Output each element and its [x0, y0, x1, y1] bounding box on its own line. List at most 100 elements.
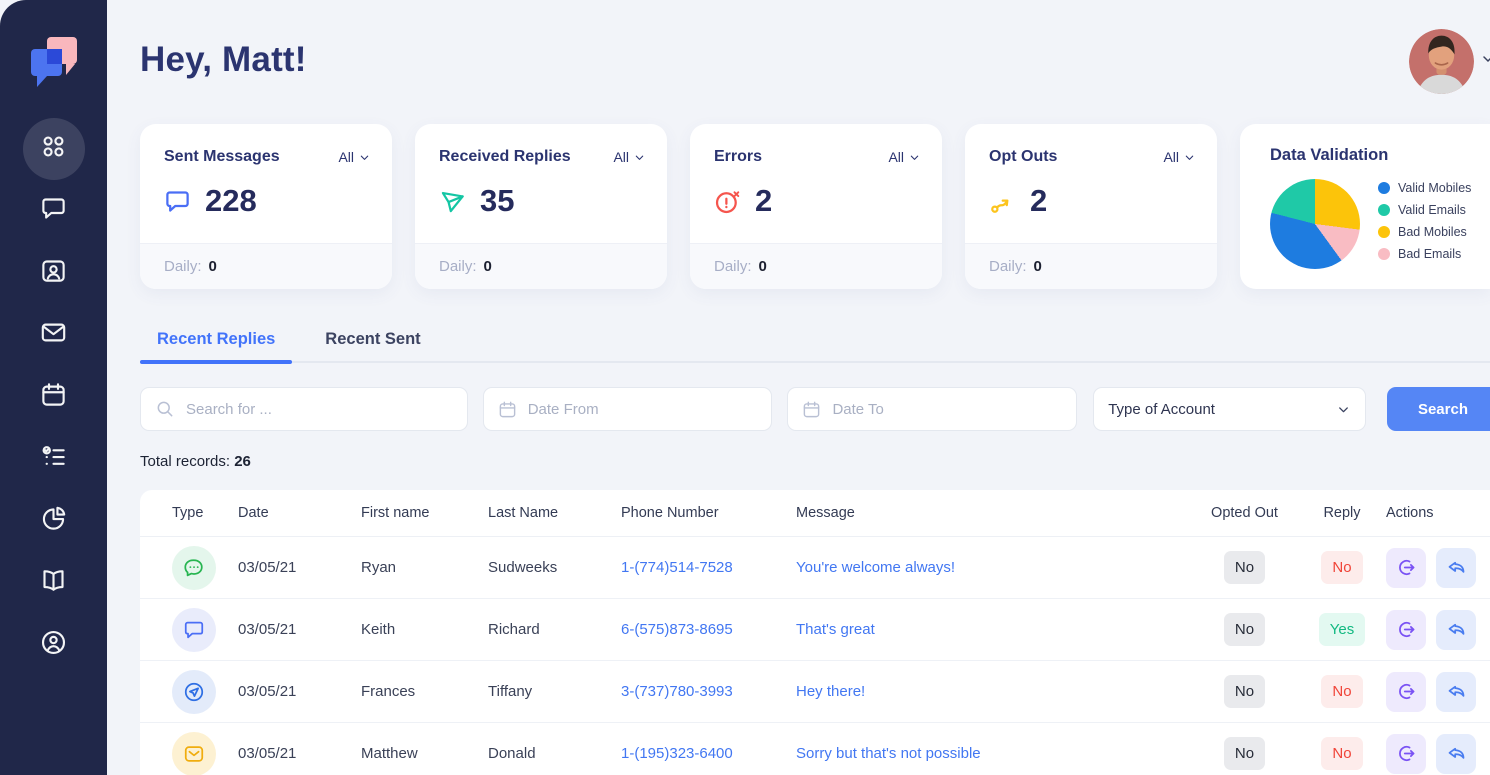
- card-title: Sent Messages: [164, 148, 280, 166]
- sidebar-item-library[interactable]: [23, 552, 85, 614]
- table-row: 03/05/21 Matthew Donald 1-(195)323-6400 …: [140, 723, 1490, 775]
- user-menu[interactable]: [1409, 29, 1482, 94]
- legend-item: Valid Emails: [1378, 203, 1471, 217]
- row-actions: [1386, 672, 1490, 712]
- stat-card-sent-messages: Sent Messages All 228 Daily: 0: [140, 124, 392, 289]
- date-to-input[interactable]: [832, 401, 1062, 418]
- reply-action-button[interactable]: [1436, 610, 1476, 650]
- sidebar-item-calendar[interactable]: [23, 366, 85, 428]
- opt-out-action-button[interactable]: [1386, 734, 1426, 774]
- stat-card-received-replies: Received Replies All 35 Daily: 0: [415, 124, 667, 289]
- chevron-down-icon: [359, 152, 370, 163]
- legend-label: Valid Mobiles: [1398, 181, 1471, 195]
- phone-link[interactable]: 1-(774)514-7528: [621, 559, 796, 576]
- search-input[interactable]: [186, 401, 453, 418]
- reply-badge: Yes: [1319, 613, 1365, 646]
- sidebar-item-tasks[interactable]: [23, 428, 85, 490]
- stat-cards: Sent Messages All 228 Daily: 0: [140, 124, 1490, 289]
- sidebar-item-messages[interactable]: [23, 180, 85, 242]
- sidebar-nav: [23, 118, 85, 676]
- tab-recent-replies[interactable]: Recent Replies: [157, 330, 275, 349]
- legend-item: Bad Emails: [1378, 247, 1471, 261]
- reply-badge: No: [1321, 551, 1362, 584]
- legend-label: Bad Mobiles: [1398, 225, 1467, 239]
- filter-dropdown[interactable]: All: [888, 149, 920, 165]
- filter-dropdown[interactable]: All: [613, 149, 645, 165]
- send-circle-blue-icon: [172, 670, 216, 714]
- reply-action-button[interactable]: [1436, 548, 1476, 588]
- legend-item: Valid Mobiles: [1378, 181, 1471, 195]
- app-window: Hey, Matt!: [0, 0, 1490, 775]
- card-footer: Daily: 0: [140, 243, 392, 289]
- pie-legend: Valid Mobiles Valid Emails Bad Mobiles Bad …: [1378, 179, 1471, 261]
- table-row: 03/05/21 Ryan Sudweeks 1-(774)514-7528 Y…: [140, 537, 1490, 599]
- phone-link[interactable]: 6-(575)873-8695: [621, 621, 796, 638]
- sidebar-item-contacts[interactable]: [23, 242, 85, 304]
- pie-chart-icon: [40, 505, 67, 537]
- sidebar-item-dashboard[interactable]: [23, 118, 85, 180]
- opted-out-badge: No: [1224, 675, 1265, 708]
- legend-label: Bad Emails: [1398, 247, 1461, 261]
- validation-pie-chart: [1270, 179, 1360, 269]
- reply-arrow-icon: [1446, 557, 1467, 578]
- stat-value: 2: [755, 183, 772, 219]
- logout-circle-icon: [1396, 557, 1417, 578]
- phone-link[interactable]: 3-(737)780-3993: [621, 683, 796, 700]
- chat-dots-green-icon: [172, 546, 216, 590]
- reply-badge: No: [1321, 737, 1362, 770]
- reply-arrow-icon: [1446, 743, 1467, 764]
- opt-out-arrow-icon: [989, 188, 1016, 215]
- legend-dot: [1378, 226, 1390, 238]
- avatar[interactable]: [1409, 29, 1474, 94]
- card-title: Errors: [714, 148, 762, 166]
- account-type-select[interactable]: Type of Account: [1093, 387, 1366, 431]
- filter-dropdown[interactable]: All: [1163, 149, 1195, 165]
- records-summary: Total records: 26: [140, 453, 1490, 470]
- table-row: 03/05/21 Keith Richard 6-(575)873-8695 T…: [140, 599, 1490, 661]
- person-circle-icon: [40, 629, 67, 661]
- message-link[interactable]: Hey there!: [796, 683, 1191, 700]
- grid-icon: [40, 133, 67, 165]
- search-button[interactable]: Search: [1387, 387, 1490, 431]
- chat-bubble-blue-icon: [172, 608, 216, 652]
- reply-action-button[interactable]: [1436, 672, 1476, 712]
- data-validation-card: Data Validation Valid Mobiles Valid Email…: [1240, 124, 1490, 289]
- message-link[interactable]: That's great: [796, 621, 1191, 638]
- replies-table: Type Date First name Last Name Phone Num…: [140, 490, 1490, 775]
- tabs: Recent Replies Recent Sent: [140, 330, 1490, 349]
- table-header: Type Date First name Last Name Phone Num…: [140, 490, 1490, 537]
- date-from-input[interactable]: [528, 401, 758, 418]
- error-alert-icon: [714, 188, 741, 215]
- message-link[interactable]: Sorry but that's not possible: [796, 745, 1191, 762]
- reply-arrow-icon: [1446, 681, 1467, 702]
- opt-out-action-button[interactable]: [1386, 548, 1426, 588]
- message-link[interactable]: You're welcome always!: [796, 559, 1191, 576]
- reply-badge: No: [1321, 675, 1362, 708]
- sidebar-item-reports[interactable]: [23, 490, 85, 552]
- search-icon: [155, 399, 175, 419]
- reply-action-button[interactable]: [1436, 734, 1476, 774]
- date-from-field[interactable]: [483, 387, 773, 431]
- date-to-field[interactable]: [787, 387, 1077, 431]
- chevron-down-icon: [1480, 51, 1490, 72]
- mail-yellow-icon: [172, 732, 216, 775]
- legend-item: Bad Mobiles: [1378, 225, 1471, 239]
- filter-dropdown[interactable]: All: [338, 149, 370, 165]
- card-title: Data Validation: [1270, 146, 1476, 165]
- stat-value: 2: [1030, 183, 1047, 219]
- tab-recent-sent[interactable]: Recent Sent: [325, 330, 420, 349]
- calendar-icon: [40, 381, 67, 413]
- chat-bubble-icon: [164, 188, 191, 215]
- sidebar-item-account[interactable]: [23, 614, 85, 676]
- opt-out-action-button[interactable]: [1386, 672, 1426, 712]
- stat-value: 35: [480, 183, 514, 219]
- phone-link[interactable]: 1-(195)323-6400: [621, 745, 796, 762]
- row-actions: [1386, 734, 1490, 774]
- legend-label: Valid Emails: [1398, 203, 1466, 217]
- opt-out-action-button[interactable]: [1386, 610, 1426, 650]
- sidebar-item-mail[interactable]: [23, 304, 85, 366]
- search-field[interactable]: [140, 387, 468, 431]
- task-list-icon: [40, 443, 67, 475]
- row-actions: [1386, 548, 1490, 588]
- records-count: 26: [234, 453, 251, 470]
